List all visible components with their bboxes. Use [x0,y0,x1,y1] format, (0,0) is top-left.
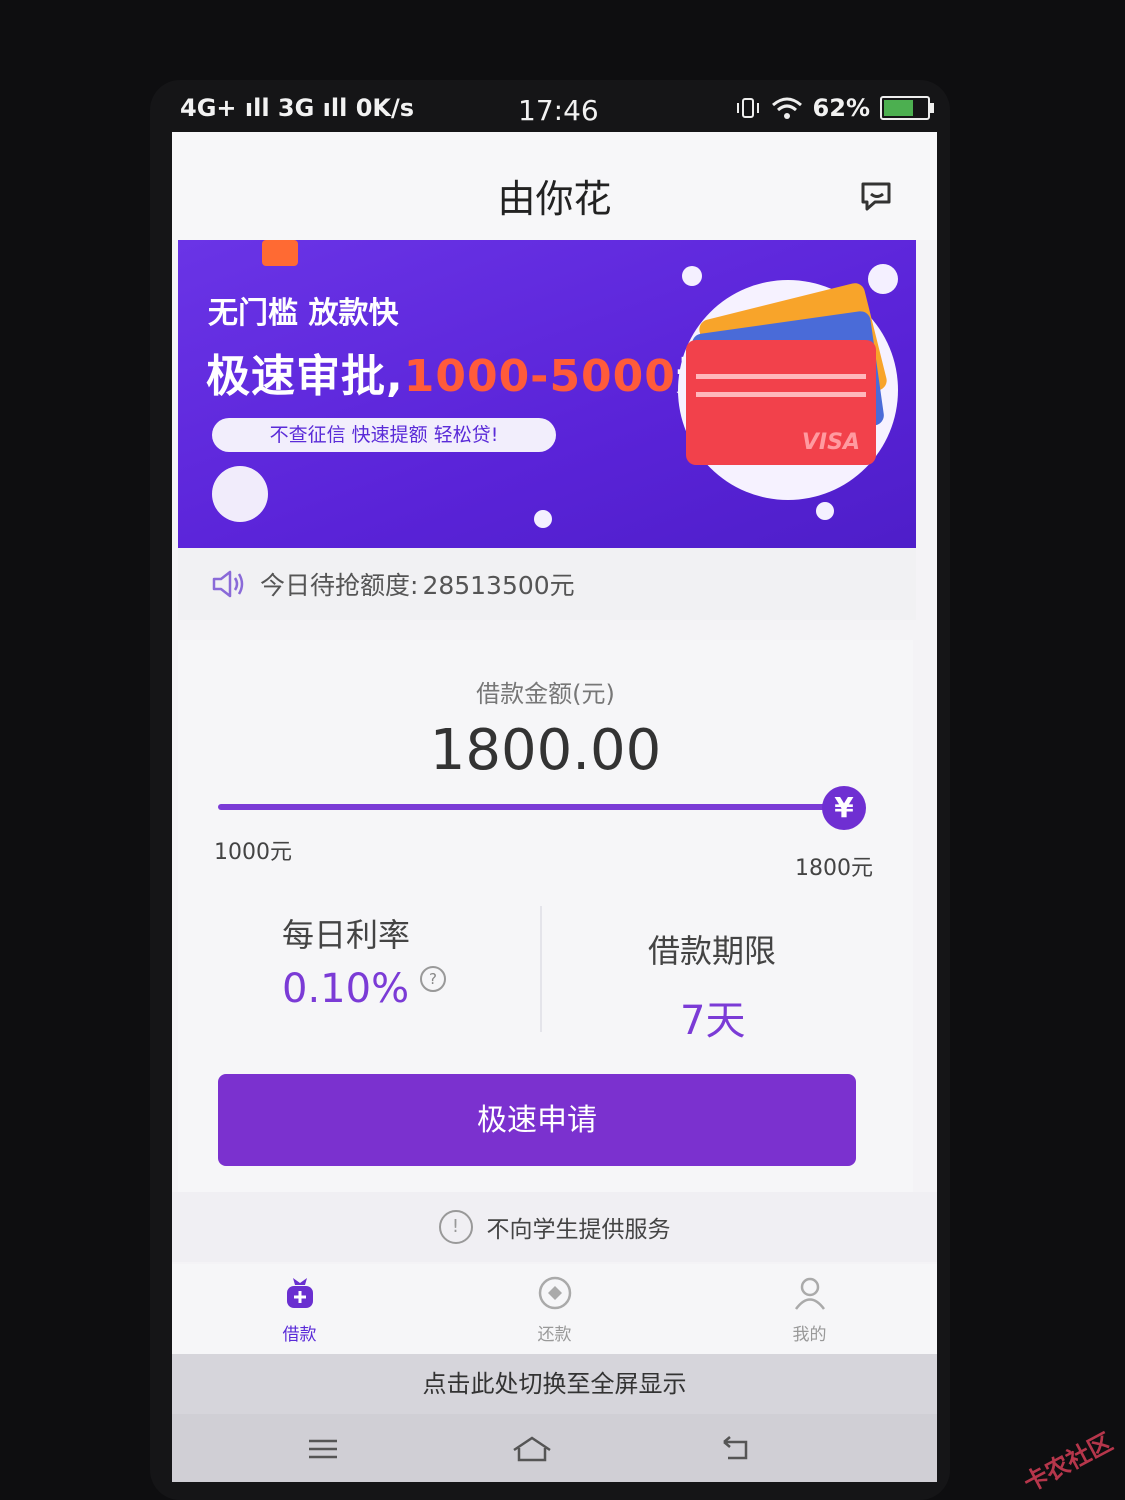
menu-icon[interactable] [306,1434,340,1464]
app-header: 由你花 [172,132,937,240]
system-nav-bar [172,1414,937,1482]
watermark-logo: 卡农社区 [1019,1427,1118,1498]
app-screen: 由你花 无门槛 放款快 极速审批,1000-5000元 不查征信 快速提额 轻松… [172,132,937,1482]
promo-banner[interactable]: 无门槛 放款快 极速审批,1000-5000元 不查征信 快速提额 轻松贷! V… [178,240,916,548]
amount-value: 1800.00 [429,718,662,783]
clock: 17:46 [518,94,599,127]
amount-slider-handle[interactable]: ¥ [822,786,866,830]
quota-notice: 今日待抢额度: 28513500元 [178,548,916,620]
bottom-tab-bar: 借款 还款 我的 [172,1264,937,1354]
help-icon[interactable]: ? [420,966,446,992]
loan-bag-icon [286,1278,313,1308]
daily-rate-value: 0.10% [282,966,410,1012]
tab-loan[interactable]: 借款 [172,1264,427,1354]
student-notice-text: 不向学生提供服务 [486,1217,671,1243]
student-notice: ! 不向学生提供服务 [172,1192,937,1262]
decor-dot [816,502,834,520]
status-right: 62% [735,94,934,122]
apply-button[interactable]: 极速申请 [218,1074,856,1166]
tab-loan-label: 借款 [282,1325,317,1345]
fullscreen-toggle[interactable]: 点击此处切换至全屏显示 [172,1354,937,1414]
decor-dot [868,264,898,294]
back-icon[interactable] [718,1434,752,1464]
repay-icon [538,1276,571,1310]
decor-dot [682,266,702,286]
slider-min-label: 1000元 [214,840,292,865]
battery-percent: 62% [812,94,870,122]
speaker-icon [212,570,244,598]
wifi-icon [771,97,802,119]
warning-icon: ! [438,1210,473,1244]
quota-value: 28513500元 [422,571,575,600]
banner-line1: 无门槛 放款快 [208,296,399,331]
network-status: 4G+ ıll 3G ıll 0K/s [180,94,415,122]
slider-max-label: 1800元 [795,856,873,881]
banner-line2-prefix: 极速审批, [206,351,404,402]
tab-profile[interactable]: 我的 [682,1264,937,1354]
page-title: 由你花 [497,177,612,221]
banner-line2: 极速审批,1000-5000元 [206,340,721,404]
quota-label: 今日待抢额度: [260,571,419,600]
loan-term-value[interactable]: 7天 [680,988,745,1046]
amount-label: 借款金额(元) [476,680,615,708]
status-bar: 4G+ ıll 3G ıll 0K/s 17:46 62% [180,88,934,134]
brand-tag-icon [262,240,298,266]
loan-term-label: 借款期限 [648,932,777,970]
banner-pill: 不查征信 快速提额 轻松贷! [212,418,556,452]
user-icon [794,1277,825,1310]
battery-icon [880,96,934,120]
decor-circle [212,466,268,522]
tab-repay[interactable]: 还款 [427,1264,682,1354]
card-red-illustration: VISA [686,340,876,465]
amount-slider-track[interactable] [218,804,838,810]
banner-amount-range: 1000-5000 [403,351,676,402]
card-brand: VISA [801,430,860,455]
vibrate-icon [736,98,759,118]
tab-profile-label: 我的 [792,1325,827,1345]
daily-rate-label: 每日利率 [282,916,411,954]
tab-repay-label: 还款 [537,1325,572,1345]
home-icon[interactable] [510,1434,554,1464]
chat-icon[interactable] [857,176,897,216]
decor-dot [534,510,552,528]
divider [540,906,542,1032]
